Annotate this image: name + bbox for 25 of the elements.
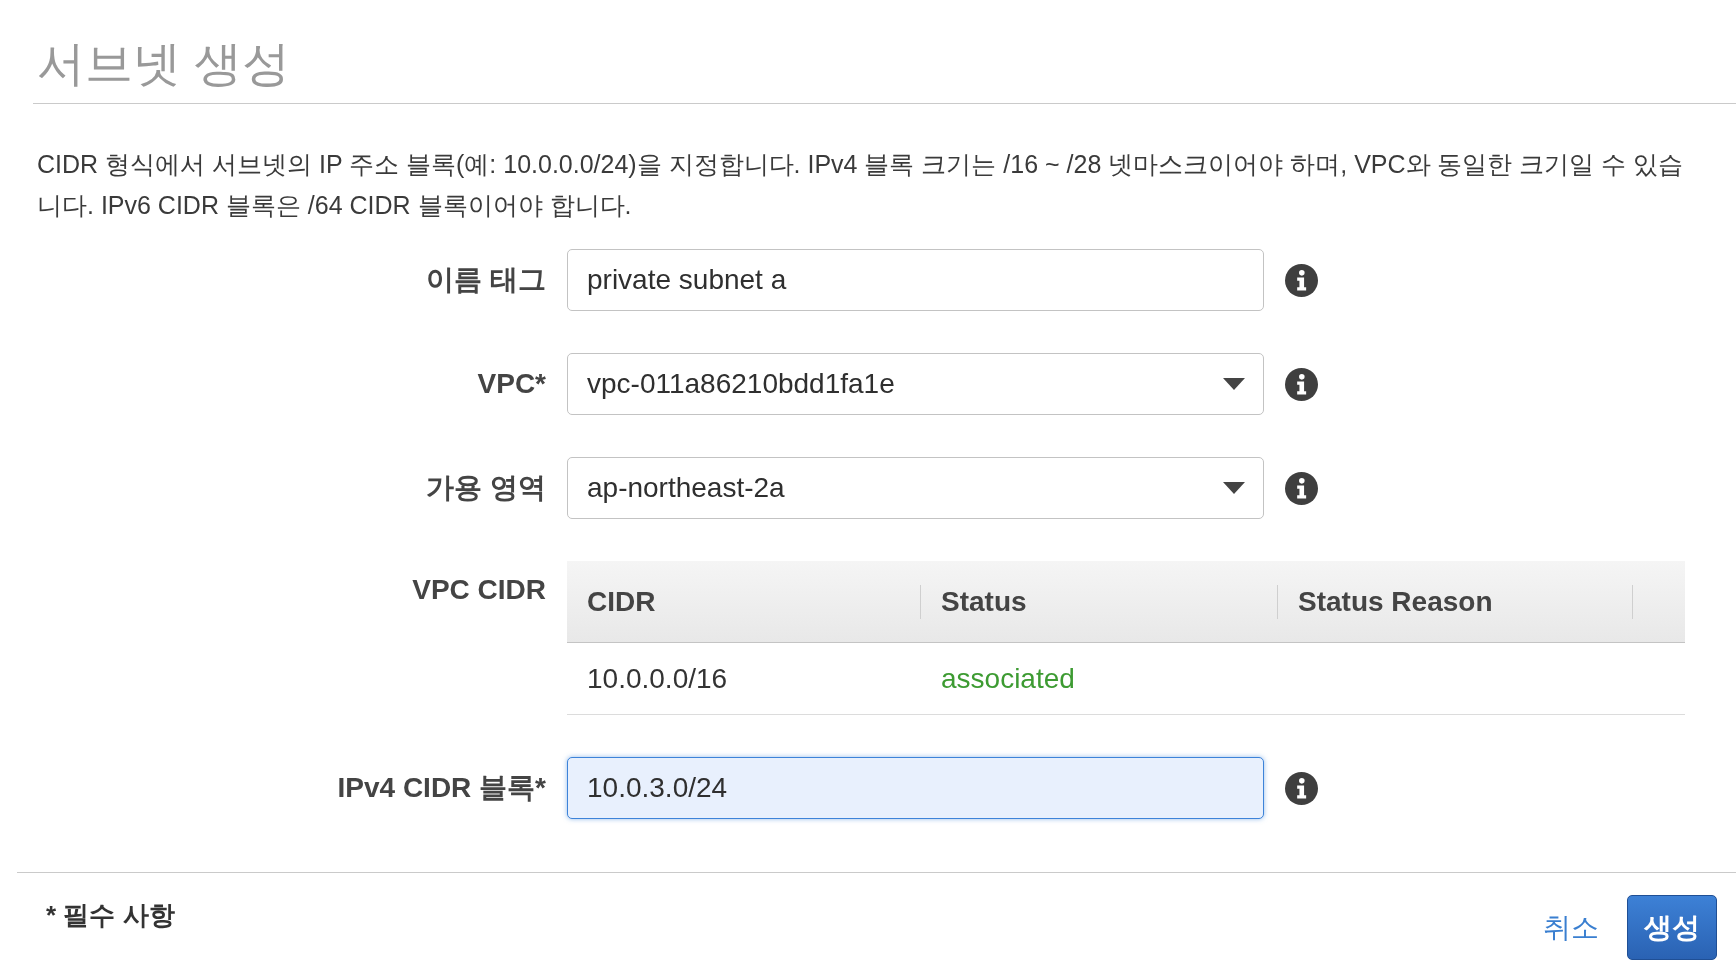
field-label: IPv4 CIDR 블록*	[337, 772, 546, 804]
description-text: CIDR 형식에서 서브넷의 IP 주소 블록(예: 10.0.0.0/24)을 지정합니다. IPv4 블록 크기는 /16 ~ /28 넷마스크이어야 하며, VPC와 동일한 크기일 수 있습니다. IPv6 CIDR 블록은 /64 CIDR 블록이어야 합니다.	[37, 149, 1685, 221]
text-field[interactable]: 10.0.3.0/24	[567, 757, 1264, 819]
caret-icon	[1223, 482, 1245, 494]
column-header: CIDR	[567, 584, 921, 619]
info-icon[interactable]	[1285, 263, 1318, 297]
field-label: 이름 태그	[426, 264, 546, 296]
select-field[interactable]: vpc-011a86210bdd1fa1e	[567, 353, 1264, 415]
info-icon[interactable]	[1285, 367, 1318, 401]
info-icon[interactable]	[1285, 771, 1318, 805]
select-field[interactable]: ap-northeast-2a	[567, 457, 1264, 519]
caret-icon	[1223, 378, 1245, 390]
required-note: * 필수 사항	[46, 900, 175, 930]
table-cell-text: 10.0.0.0/16	[586, 661, 729, 696]
field-label: VPC CIDR	[412, 574, 546, 606]
status-cell-text: associated	[940, 661, 1076, 696]
column-header: Status	[921, 584, 1278, 619]
create-button[interactable]: 생성	[1627, 895, 1717, 960]
column-header: Status Reason	[1278, 584, 1633, 619]
field-label: VPC*	[477, 368, 546, 400]
text-field[interactable]: private subnet a	[567, 249, 1264, 311]
info-icon[interactable]	[1285, 471, 1318, 505]
cancel-link[interactable]: 취소	[1543, 911, 1599, 944]
field-label: 가용 영역	[426, 472, 546, 504]
page-title: 서브넷 생성	[37, 36, 291, 92]
